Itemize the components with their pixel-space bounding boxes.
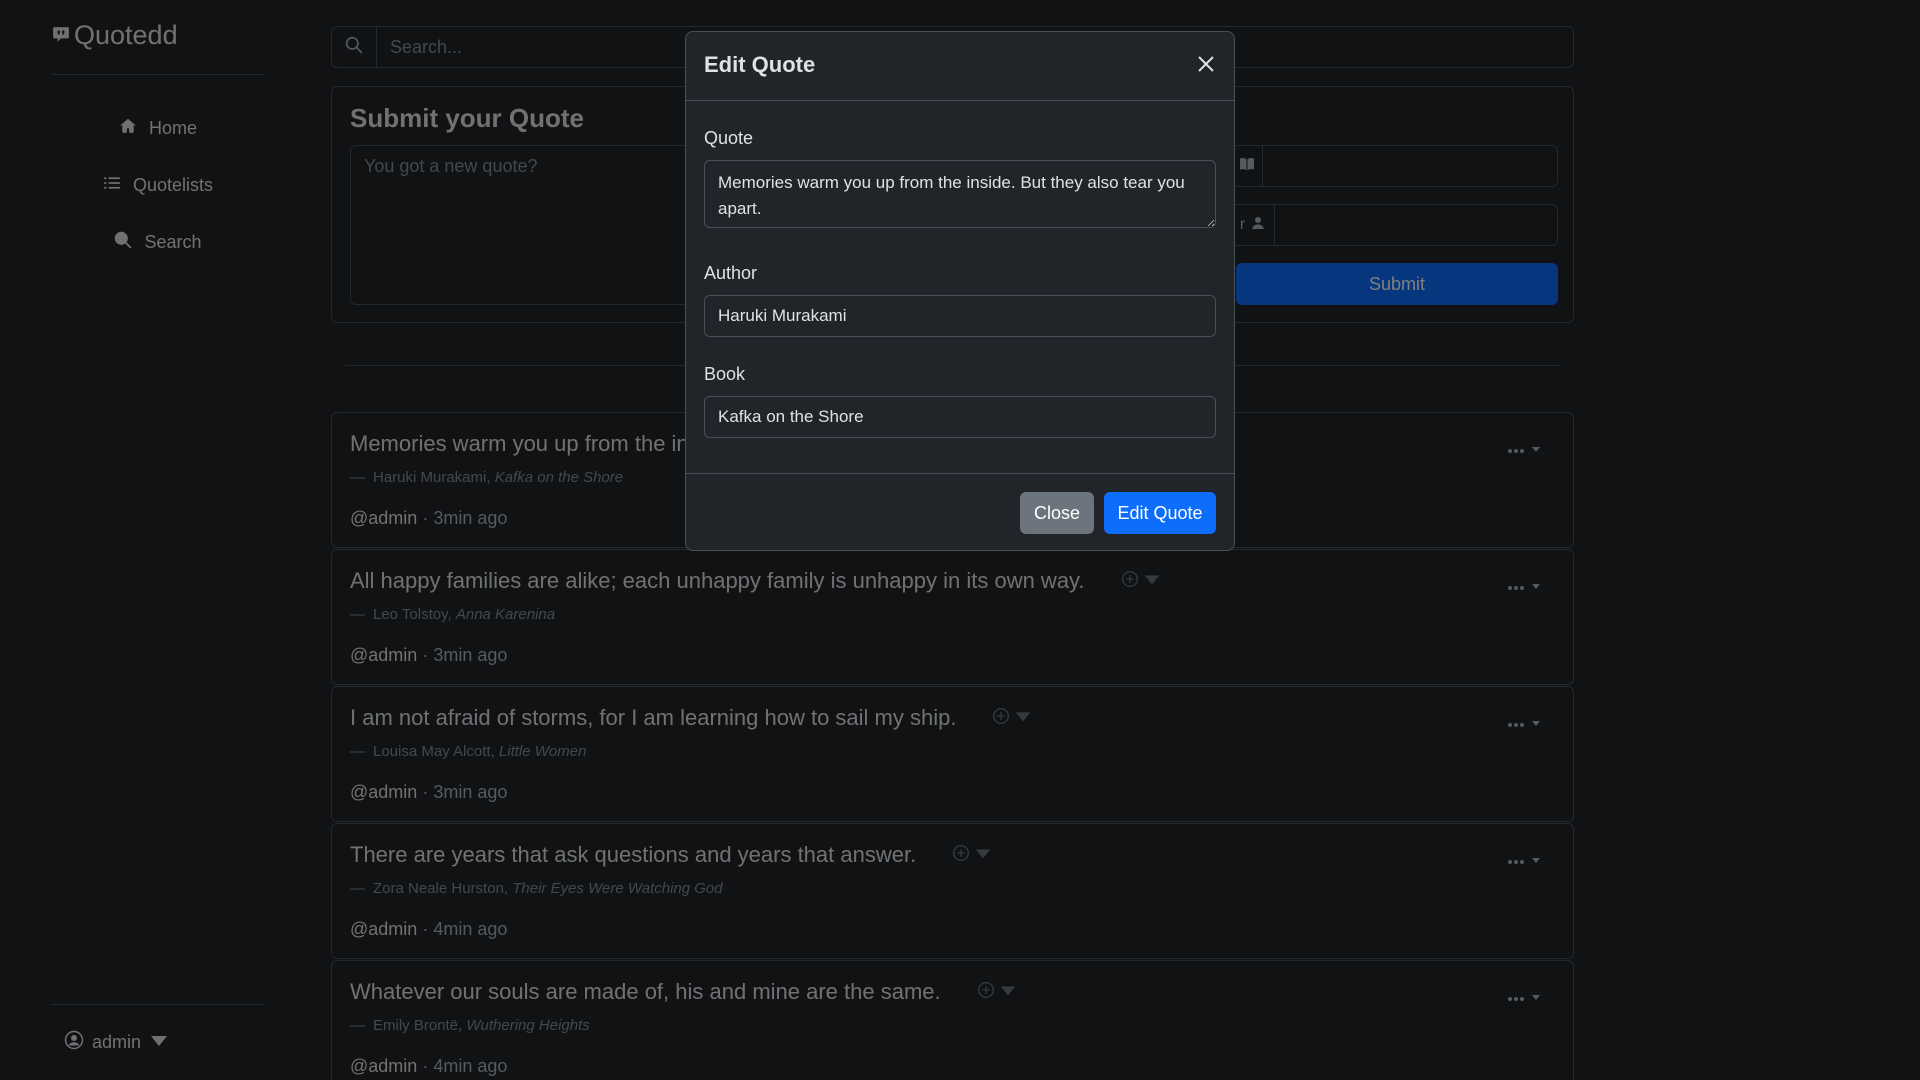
modal-close-button[interactable]	[1190, 50, 1222, 82]
quote-label: Quote	[704, 128, 754, 148]
close-icon	[1196, 54, 1216, 79]
modal-title: Edit Quote	[704, 52, 816, 77]
book-label: Book	[704, 364, 746, 384]
edit-book-input[interactable]	[704, 396, 1216, 438]
modal-footer-divider	[686, 473, 1234, 474]
edit-quote-modal: Edit Quote Quote Memories warm you up fr…	[685, 31, 1235, 551]
close-button[interactable]: Close	[1020, 492, 1094, 534]
edit-quote-textarea[interactable]: Memories warm you up from the inside. Bu…	[704, 160, 1216, 228]
author-label: Author	[704, 263, 758, 283]
modal-header: Edit Quote	[686, 32, 1234, 101]
edit-author-input[interactable]	[704, 295, 1216, 337]
edit-quote-button[interactable]: Edit Quote	[1104, 492, 1216, 534]
app-root: Quotedd Home Quotelists Search	[0, 0, 1920, 1080]
